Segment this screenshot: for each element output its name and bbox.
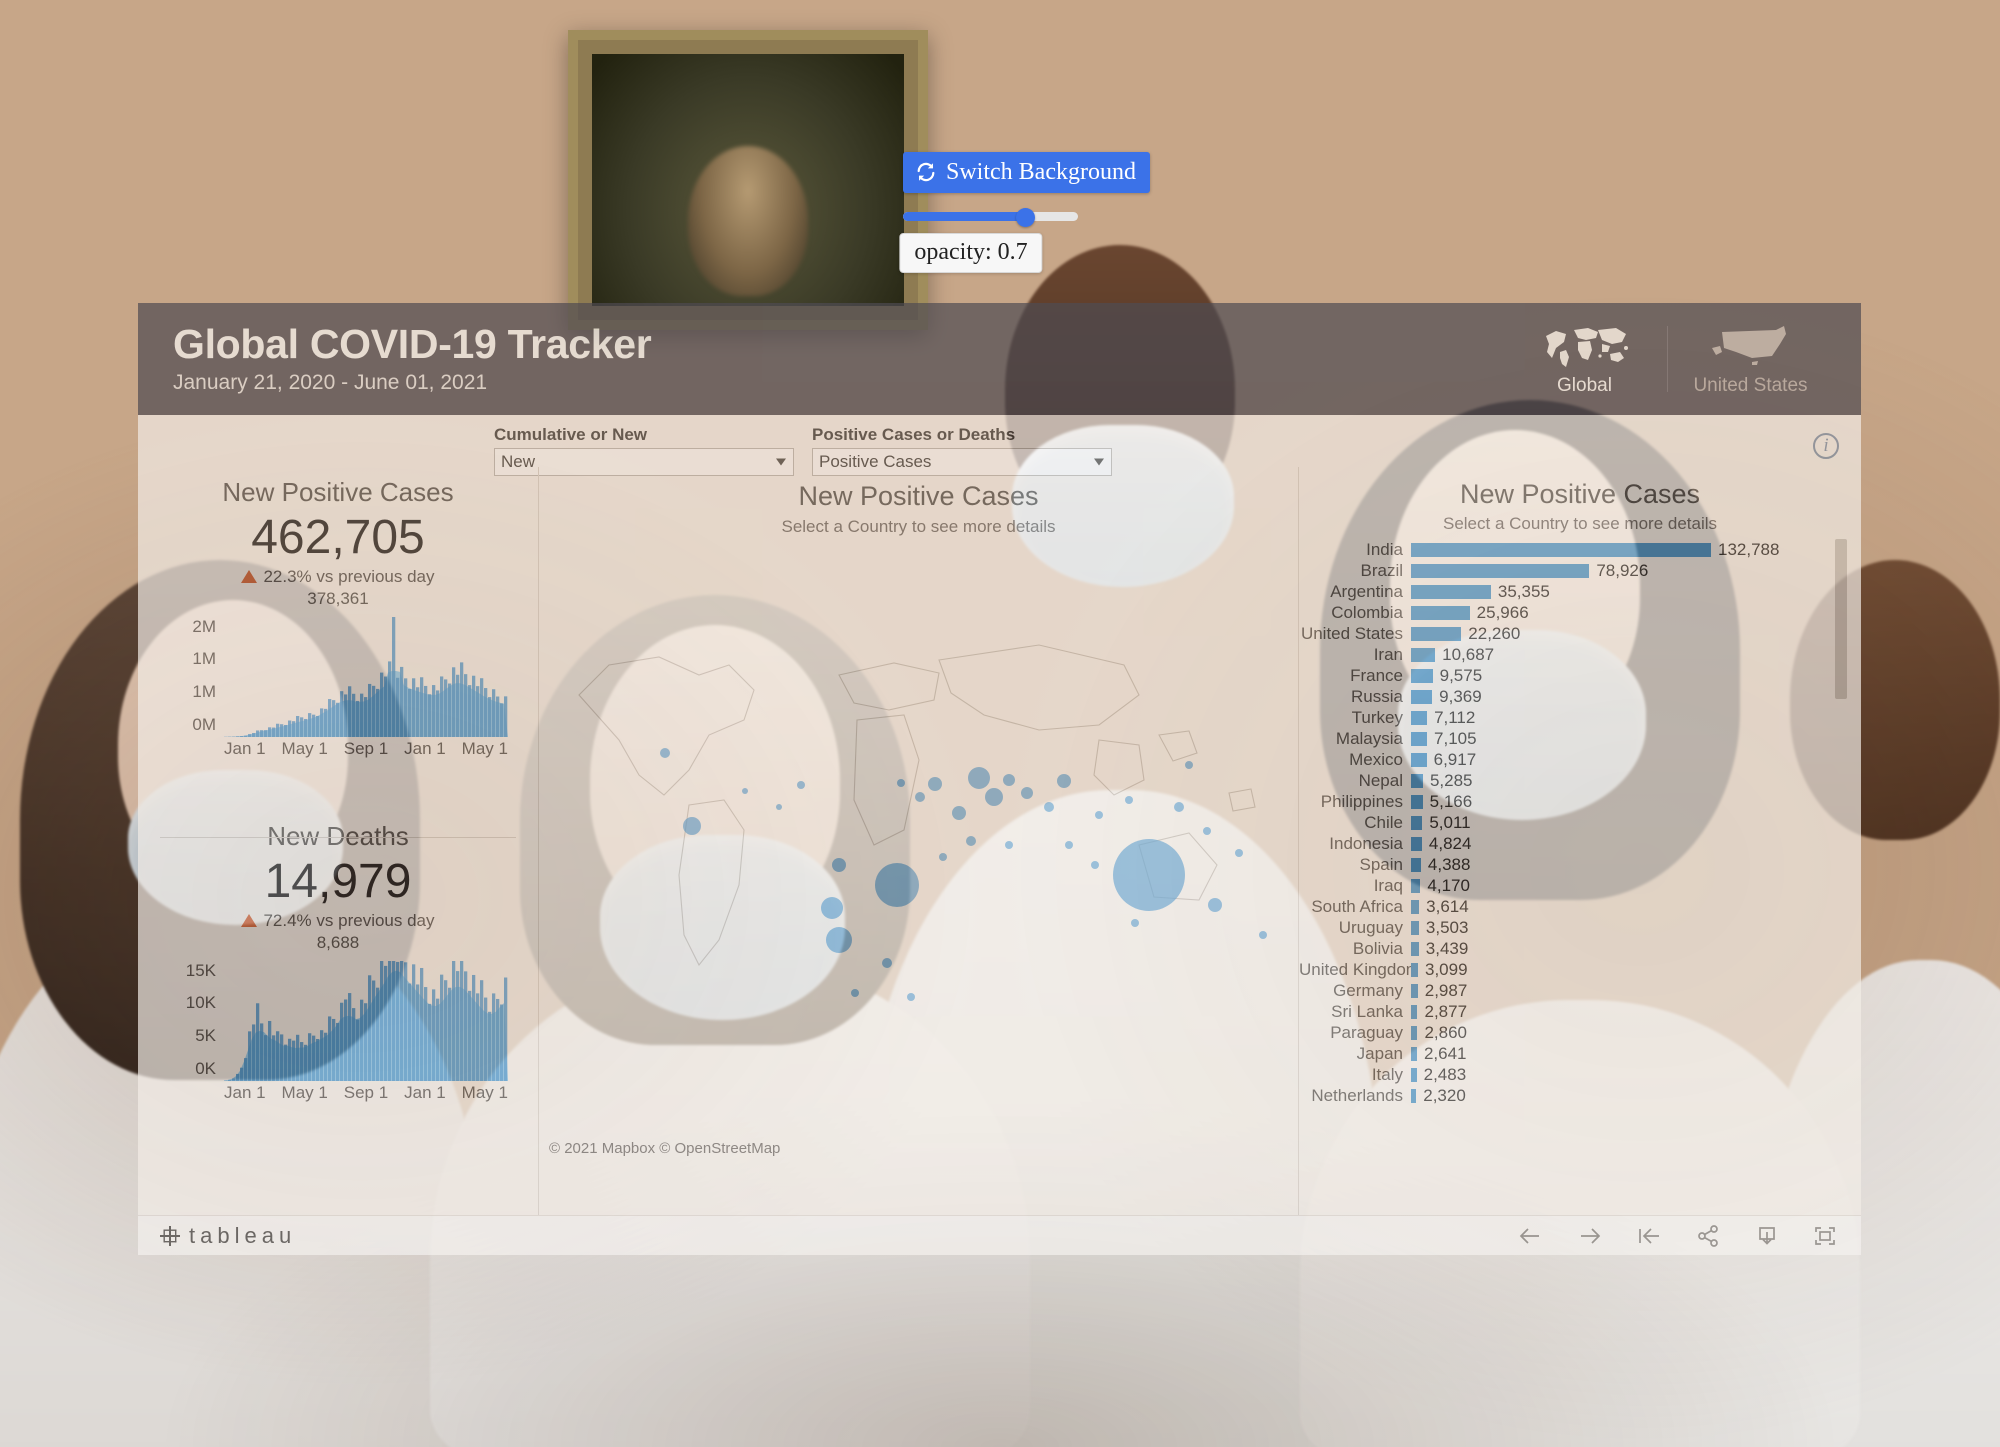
refresh-icon bbox=[917, 162, 935, 182]
slider-fill bbox=[903, 212, 1026, 221]
switch-background-button[interactable]: Switch Background bbox=[903, 152, 1150, 193]
overlay-controls: Switch Background opacity: 0.7 bbox=[0, 0, 2000, 1447]
opacity-slider[interactable] bbox=[903, 208, 1078, 227]
opacity-readout: opacity: 0.7 bbox=[899, 233, 1043, 273]
screenshot-root: Global COVID-19 Tracker January 21, 2020… bbox=[0, 0, 2000, 1447]
slider-thumb[interactable] bbox=[1016, 208, 1035, 227]
switch-background-label: Switch Background bbox=[946, 159, 1136, 185]
